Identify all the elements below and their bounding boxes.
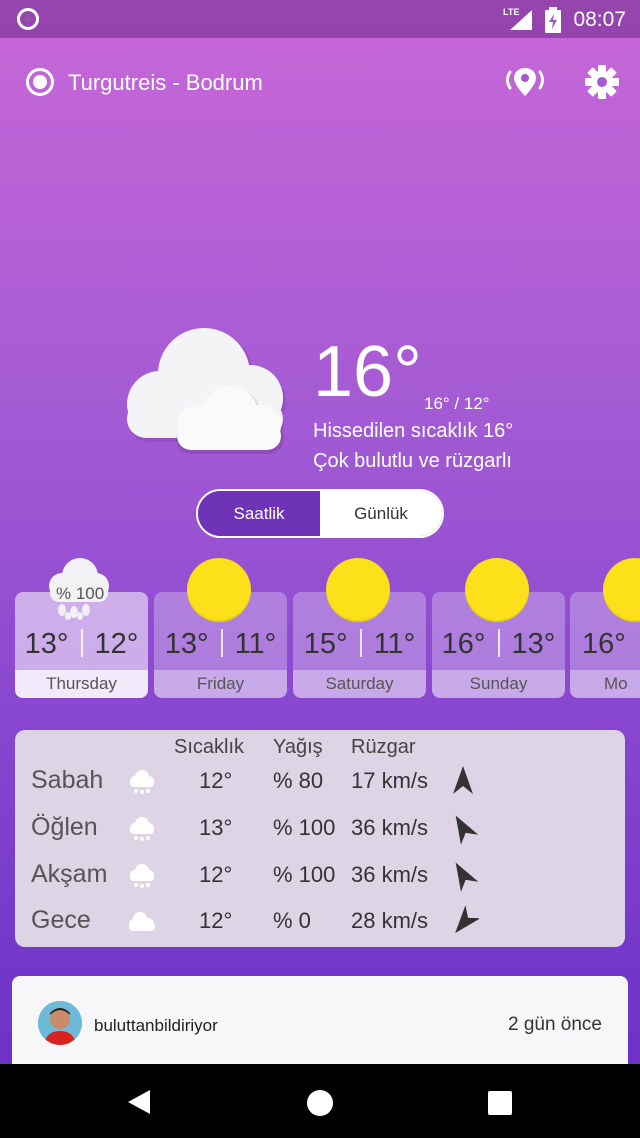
top-bar: Turgutreis - Bodrum <box>0 50 640 114</box>
period-label: Gece <box>31 906 91 934</box>
period-label: Öğlen <box>31 813 98 841</box>
day-high: 15° <box>303 628 348 660</box>
tab-hourly[interactable]: Saatlik <box>198 491 320 536</box>
row-precipitation: % 100 <box>273 862 336 887</box>
row-precipitation: % 100 <box>273 815 336 840</box>
row-wind: 17 km/s <box>351 768 429 793</box>
high-low-temperature: 16° / 12° <box>424 394 490 413</box>
post-username[interactable]: buluttanbildiriyor <box>94 1016 218 1036</box>
header-wind: Rüzgar <box>351 736 416 758</box>
row-precipitation: % 0 <box>273 908 311 933</box>
rain-cloud-icon <box>130 817 154 841</box>
wind-direction-icon <box>453 766 473 794</box>
wind-direction-icon <box>455 815 479 845</box>
row-wind: 36 km/s <box>351 862 429 887</box>
rain-cloud-icon <box>130 864 154 888</box>
battery-icon <box>545 7 561 33</box>
signal-icon <box>510 10 532 30</box>
avatar[interactable] <box>38 1001 82 1045</box>
day-low: 12° <box>94 628 139 660</box>
day-name: Friday <box>196 674 245 693</box>
post-time: 2 gün önce <box>507 1014 602 1035</box>
row-temperature: 12° <box>199 908 233 933</box>
day-name: Saturday <box>325 674 394 693</box>
user-report-card[interactable]: buluttanbildiriyor 2 gün önce <box>12 976 628 1076</box>
period-label: Sabah <box>31 766 104 794</box>
wind-direction-icon <box>455 862 479 892</box>
recent-apps-icon[interactable] <box>488 1091 512 1115</box>
header-temperature: Sıcaklık <box>174 736 245 758</box>
cloud-icon <box>129 912 155 931</box>
condition-text: Çok bulutlu ve rüzgarlı <box>313 450 512 472</box>
gps-location-icon[interactable] <box>502 64 548 100</box>
table-row: Sabah 12° % 80 17 km/s <box>15 760 625 804</box>
current-temperature: 16° <box>313 332 422 412</box>
day-high: 16° <box>582 628 626 660</box>
sun-icon <box>326 558 390 622</box>
view-toggle: Saatlik Günlük <box>196 489 444 538</box>
table-row: Öğlen 13° % 100 36 km/s <box>15 807 625 851</box>
row-temperature: 12° <box>199 862 233 887</box>
back-icon[interactable] <box>126 1088 152 1116</box>
tab-daily[interactable]: Günlük <box>320 491 442 536</box>
status-time: 08:07 <box>573 8 626 31</box>
sun-icon <box>465 558 529 622</box>
day-high: 16° <box>441 628 486 660</box>
day-high: 13° <box>164 628 209 660</box>
row-wind: 28 km/s <box>351 908 429 933</box>
table-row: Akşam 12° % 100 36 km/s <box>15 854 625 898</box>
sun-icon <box>187 558 251 622</box>
day-low: 13° <box>511 628 556 660</box>
day-low: 11° <box>234 628 277 660</box>
navigation-bar <box>0 1064 640 1138</box>
day-high: 13° <box>24 628 69 660</box>
day-name: Thursday <box>46 674 117 693</box>
row-temperature: 13° <box>199 815 233 840</box>
feels-like-text: Hissedilen sıcaklık 16° <box>313 420 514 442</box>
rain-cloud-icon <box>130 770 154 794</box>
row-wind: 36 km/s <box>351 815 429 840</box>
gear-icon[interactable] <box>584 64 620 100</box>
row-temperature: 12° <box>199 768 233 793</box>
day-name: Mo <box>604 674 628 693</box>
day-low: 11° <box>373 628 416 660</box>
notification-icon <box>17 8 39 30</box>
cloud-icon <box>127 328 286 454</box>
header-precipitation: Yağış <box>273 736 323 758</box>
precip-badge: % 100 <box>56 584 105 603</box>
wind-direction-icon <box>455 905 479 934</box>
daily-forecast-strip[interactable]: 13° 12° Thursday % 100 13° 11° Friday 15° 1… <box>0 556 640 706</box>
location-radio-icon[interactable] <box>26 68 54 96</box>
period-label: Akşam <box>31 860 108 888</box>
location-name[interactable]: Turgutreis - Bodrum <box>68 70 263 96</box>
status-bar: LTE 08:07 <box>0 0 640 38</box>
home-icon[interactable] <box>307 1090 333 1116</box>
row-precipitation: % 80 <box>273 768 324 793</box>
day-detail-panel: Sıcaklık Yağış Rüzgar Sabah 12° % 80 17 … <box>15 730 625 947</box>
table-row: Gece 12° % 0 28 km/s <box>15 900 625 944</box>
day-name: Sunday <box>469 674 528 693</box>
